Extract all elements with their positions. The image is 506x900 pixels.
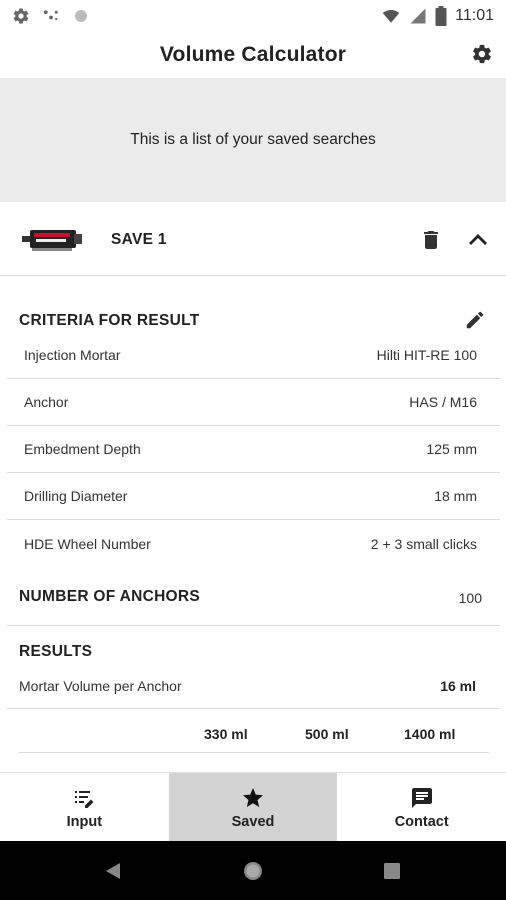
criteria-value: 18 mm (434, 488, 477, 504)
info-banner: This is a list of your saved searches (0, 78, 506, 202)
home-icon[interactable] (242, 860, 264, 882)
criteria-value: HAS / M16 (409, 394, 477, 410)
saved-search-details: CRITERIA FOR RESULT Injection Mortar Hil… (0, 277, 506, 772)
criteria-value: Hilti HIT-RE 100 (376, 347, 477, 363)
criteria-title: CRITERIA FOR RESULT (19, 312, 200, 329)
pencil-icon (466, 311, 484, 329)
criteria-row-drilling-diameter: Drilling Diameter 18 mm (7, 473, 500, 520)
tab-label: Input (66, 813, 103, 830)
system-navigation-bar (0, 841, 506, 900)
criteria-row-anchor: Anchor HAS / M16 (7, 379, 500, 426)
battery-icon (435, 6, 447, 26)
tab-contact[interactable]: Contact (337, 773, 506, 842)
tab-label: Contact (394, 813, 449, 830)
pack-size-500: 500 ml (305, 726, 349, 742)
criteria-label: Embedment Depth (24, 441, 141, 457)
page-title: Volume Calculator (159, 43, 347, 66)
anchors-title: NUMBER OF ANCHORS (19, 588, 201, 605)
criteria-row-hde-wheel: HDE Wheel Number 2 + 3 small clicks (7, 520, 500, 567)
criteria-label: HDE Wheel Number (24, 535, 151, 552)
product-image (22, 230, 82, 251)
status-time: 11:01 (455, 7, 494, 24)
app-bar: Volume Calculator (0, 32, 506, 78)
message-icon (411, 787, 432, 808)
divider (7, 625, 500, 626)
dots-icon (43, 10, 58, 21)
results-title: RESULTS (19, 643, 93, 660)
anchors-value: 100 (458, 590, 482, 606)
pack-size-330: 330 ml (204, 726, 248, 742)
divider (19, 752, 489, 753)
star-icon (243, 787, 263, 807)
criteria-label: Injection Mortar (24, 347, 121, 363)
criteria-label: Anchor (24, 394, 69, 410)
tab-label: Saved (231, 813, 275, 830)
recents-icon[interactable] (384, 863, 400, 879)
criteria-row-injection-mortar: Injection Mortar Hilti HIT-RE 100 (7, 332, 500, 379)
criteria-row-embedment-depth: Embedment Depth 125 mm (7, 426, 500, 473)
tab-input[interactable]: Input (0, 773, 169, 842)
checklist-edit-icon (75, 790, 94, 808)
mortar-volume-value: 16 ml (440, 678, 476, 694)
edit-criteria-button[interactable] (464, 309, 486, 331)
gear-icon (473, 44, 491, 64)
tab-saved[interactable]: Saved (168, 773, 338, 842)
banner-text: This is a list of your saved searches (130, 131, 376, 148)
criteria-value: 125 mm (426, 441, 477, 457)
saved-search-header[interactable]: SAVE 1 (0, 202, 506, 276)
trash-icon (424, 231, 438, 249)
criteria-value: 2 + 3 small clicks (370, 535, 477, 552)
save-name: SAVE 1 (111, 231, 167, 248)
divider (7, 708, 500, 709)
bottom-navigation: Input Saved Contact (0, 772, 506, 842)
wifi-icon (382, 10, 400, 23)
settings-icon (13, 8, 29, 24)
back-icon[interactable] (104, 861, 122, 881)
pack-size-1400: 1400 ml (404, 726, 456, 742)
signal-icon (410, 8, 426, 24)
circle-icon (75, 10, 87, 22)
criteria-label: Drilling Diameter (24, 488, 128, 504)
collapse-button[interactable] (465, 228, 491, 252)
delete-button[interactable] (419, 227, 443, 253)
settings-button[interactable] (470, 42, 494, 66)
mortar-volume-label: Mortar Volume per Anchor (19, 678, 182, 694)
status-bar: 11:01 (0, 0, 506, 32)
chevron-up-icon (469, 234, 487, 245)
